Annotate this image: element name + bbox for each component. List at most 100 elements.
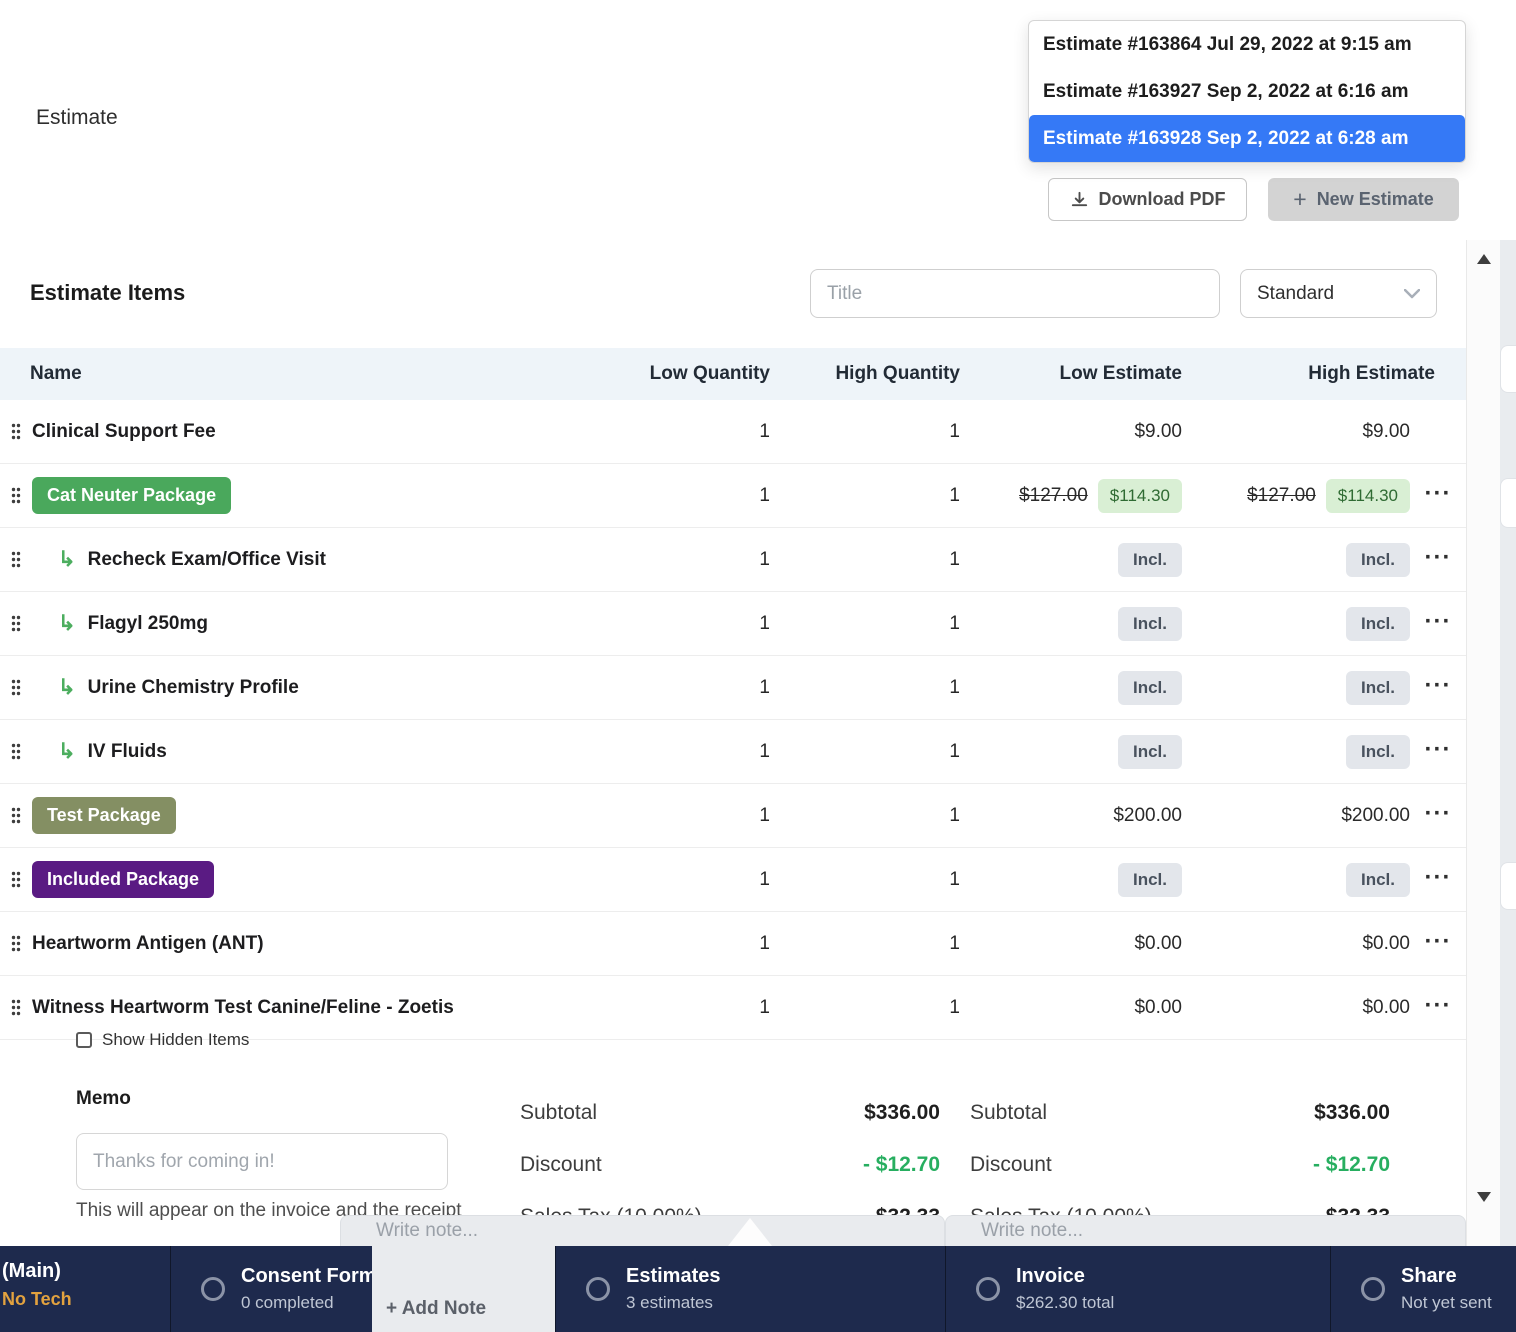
- vertical-scrollbar[interactable]: [1466, 240, 1500, 1246]
- row-menu-cell: ···: [1410, 933, 1466, 955]
- totals-value: $336.00: [1314, 1101, 1390, 1125]
- status-circle-icon: [586, 1277, 610, 1301]
- high-quantity-value: 1: [770, 805, 960, 827]
- add-note-label: Add Note: [402, 1298, 486, 1319]
- drag-handle-icon[interactable]: [10, 807, 24, 824]
- bottom-tab-invoice[interactable]: Invoice$262.30 total: [945, 1246, 1330, 1332]
- row-menu-cell: ···: [1410, 613, 1466, 635]
- row-menu-button[interactable]: ···: [1425, 480, 1452, 507]
- estimate-title-input[interactable]: [810, 269, 1220, 318]
- tab-subtitle: 3 estimates: [626, 1293, 721, 1313]
- low-estimate-value: Incl.: [960, 607, 1182, 641]
- drag-handle-icon[interactable]: [10, 679, 24, 696]
- row-menu-button[interactable]: ···: [1425, 800, 1452, 827]
- totals-label: Subtotal: [520, 1101, 597, 1125]
- high-estimate-value: Incl.: [1182, 671, 1410, 705]
- column-header-name: Name: [0, 363, 610, 385]
- bottom-tab-estimates[interactable]: Estimates3 estimates: [555, 1246, 945, 1332]
- drag-handle-icon[interactable]: [10, 743, 24, 760]
- low-estimate-value: $9.00: [960, 421, 1182, 443]
- estimate-type-value: Standard: [1257, 283, 1334, 305]
- price-value: $9.00: [1362, 421, 1410, 443]
- drag-handle-icon[interactable]: [10, 935, 24, 952]
- estimate-type-select[interactable]: Standard: [1240, 269, 1437, 318]
- item-name-cell: ↳ Urine Chemistry Profile: [0, 675, 610, 700]
- note-input-left[interactable]: Write note...: [340, 1215, 945, 1246]
- note-input-right[interactable]: Write note...: [945, 1215, 1466, 1246]
- download-pdf-button[interactable]: Download PDF: [1048, 178, 1247, 221]
- item-name-cell: ↳ Recheck Exam/Office Visit: [0, 547, 610, 572]
- bottom-tab-share[interactable]: ShareNot yet sent: [1330, 1246, 1516, 1332]
- totals-value: - $12.70: [1313, 1153, 1390, 1177]
- totals-label: Discount: [970, 1153, 1052, 1177]
- row-menu-button[interactable]: ···: [1425, 736, 1452, 763]
- low-estimate-value: $127.00$114.30: [960, 479, 1182, 513]
- low-quantity-value: 1: [610, 549, 770, 571]
- drag-handle-icon[interactable]: [10, 871, 24, 888]
- estimate-version-option-1[interactable]: Estimate #163864 Jul 29, 2022 at 9:15 am: [1029, 21, 1465, 68]
- row-menu-button[interactable]: ···: [1425, 864, 1452, 891]
- low-quantity-value: 1: [610, 869, 770, 891]
- column-header-low-quantity: Low Quantity: [610, 363, 770, 385]
- estimate-version-option-3[interactable]: Estimate #163928 Sep 2, 2022 at 6:28 am: [1029, 115, 1465, 162]
- drag-handle-icon[interactable]: [10, 615, 24, 632]
- row-menu-cell: ···: [1410, 677, 1466, 699]
- high-quantity-value: 1: [770, 677, 960, 699]
- item-name-cell: Test Package: [0, 797, 610, 834]
- table-row: ↳ IV Fluids 1 1 Incl. Incl. ···: [0, 720, 1466, 784]
- tab-texts: Estimates3 estimates: [626, 1265, 721, 1313]
- low-quantity-value: 1: [610, 805, 770, 827]
- low-quantity-value: 1: [610, 933, 770, 955]
- row-menu-cell: ···: [1410, 485, 1466, 507]
- row-menu-cell: ···: [1410, 997, 1466, 1019]
- original-price: $127.00: [1247, 485, 1316, 507]
- new-estimate-button[interactable]: + New Estimate: [1268, 178, 1459, 221]
- price-value: $0.00: [1134, 997, 1182, 1019]
- item-name: Test Package: [32, 797, 176, 834]
- column-header-low-estimate: Low Estimate: [960, 363, 1182, 385]
- high-quantity-value: 1: [770, 741, 960, 763]
- high-estimate-value: Incl.: [1182, 543, 1410, 577]
- included-badge: Incl.: [1346, 607, 1410, 641]
- table-row: Test Package 1 1 $200.00 $200.00 ···: [0, 784, 1466, 848]
- memo-input[interactable]: [76, 1133, 448, 1190]
- estimate-version-option-2[interactable]: Estimate #163927 Sep 2, 2022 at 6:16 am: [1029, 68, 1465, 115]
- right-edge-panel-sliver: [1500, 240, 1516, 1246]
- included-badge: Incl.: [1346, 671, 1410, 705]
- add-note-button[interactable]: + Add Note: [372, 1246, 555, 1332]
- row-menu-button[interactable]: ···: [1425, 608, 1452, 635]
- high-estimate-value: $200.00: [1182, 805, 1410, 827]
- section-title: Estimate Items: [30, 280, 185, 306]
- bottom-tab-main[interactable]: (Main) No Tech: [0, 1246, 170, 1332]
- totals-line: Subtotal$336.00: [520, 1098, 940, 1128]
- show-hidden-items-checkbox[interactable]: [76, 1032, 92, 1048]
- drag-handle-icon[interactable]: [10, 999, 24, 1016]
- row-menu-button[interactable]: ···: [1425, 544, 1452, 571]
- high-quantity-value: 1: [770, 613, 960, 635]
- row-menu-cell: ···: [1410, 869, 1466, 891]
- column-header-high-estimate: High Estimate: [1182, 363, 1435, 385]
- table-body: Clinical Support Fee 1 1 $9.00 $9.00: [0, 400, 1466, 1040]
- scroll-up-button[interactable]: [1477, 254, 1491, 264]
- row-menu-button[interactable]: ···: [1425, 992, 1452, 1019]
- content-clip-overlay: [0, 1222, 340, 1246]
- high-quantity-value: 1: [770, 421, 960, 443]
- scroll-down-button[interactable]: [1477, 1192, 1491, 1202]
- row-menu-button[interactable]: ···: [1425, 672, 1452, 699]
- tab-subtitle: 0 completed: [241, 1293, 388, 1313]
- drag-handle-icon[interactable]: [10, 423, 24, 440]
- totals-label: Discount: [520, 1153, 602, 1177]
- drag-handle-icon[interactable]: [10, 487, 24, 504]
- plus-icon: +: [386, 1298, 397, 1319]
- included-badge: Incl.: [1118, 607, 1182, 641]
- row-menu-cell: ···: [1410, 741, 1466, 763]
- discounted-price-badge: $114.30: [1326, 479, 1410, 513]
- table-row: Included Package 1 1 Incl. Incl. ···: [0, 848, 1466, 912]
- low-estimate-value: Incl.: [960, 735, 1182, 769]
- tab-texts: Invoice$262.30 total: [1016, 1265, 1114, 1313]
- estimate-panel: Estimate Items Standard Name Low Quantit…: [0, 240, 1466, 1332]
- drag-handle-icon[interactable]: [10, 551, 24, 568]
- totals-line: Discount- $12.70: [520, 1150, 940, 1180]
- totals-label: Subtotal: [970, 1101, 1047, 1125]
- row-menu-button[interactable]: ···: [1425, 928, 1452, 955]
